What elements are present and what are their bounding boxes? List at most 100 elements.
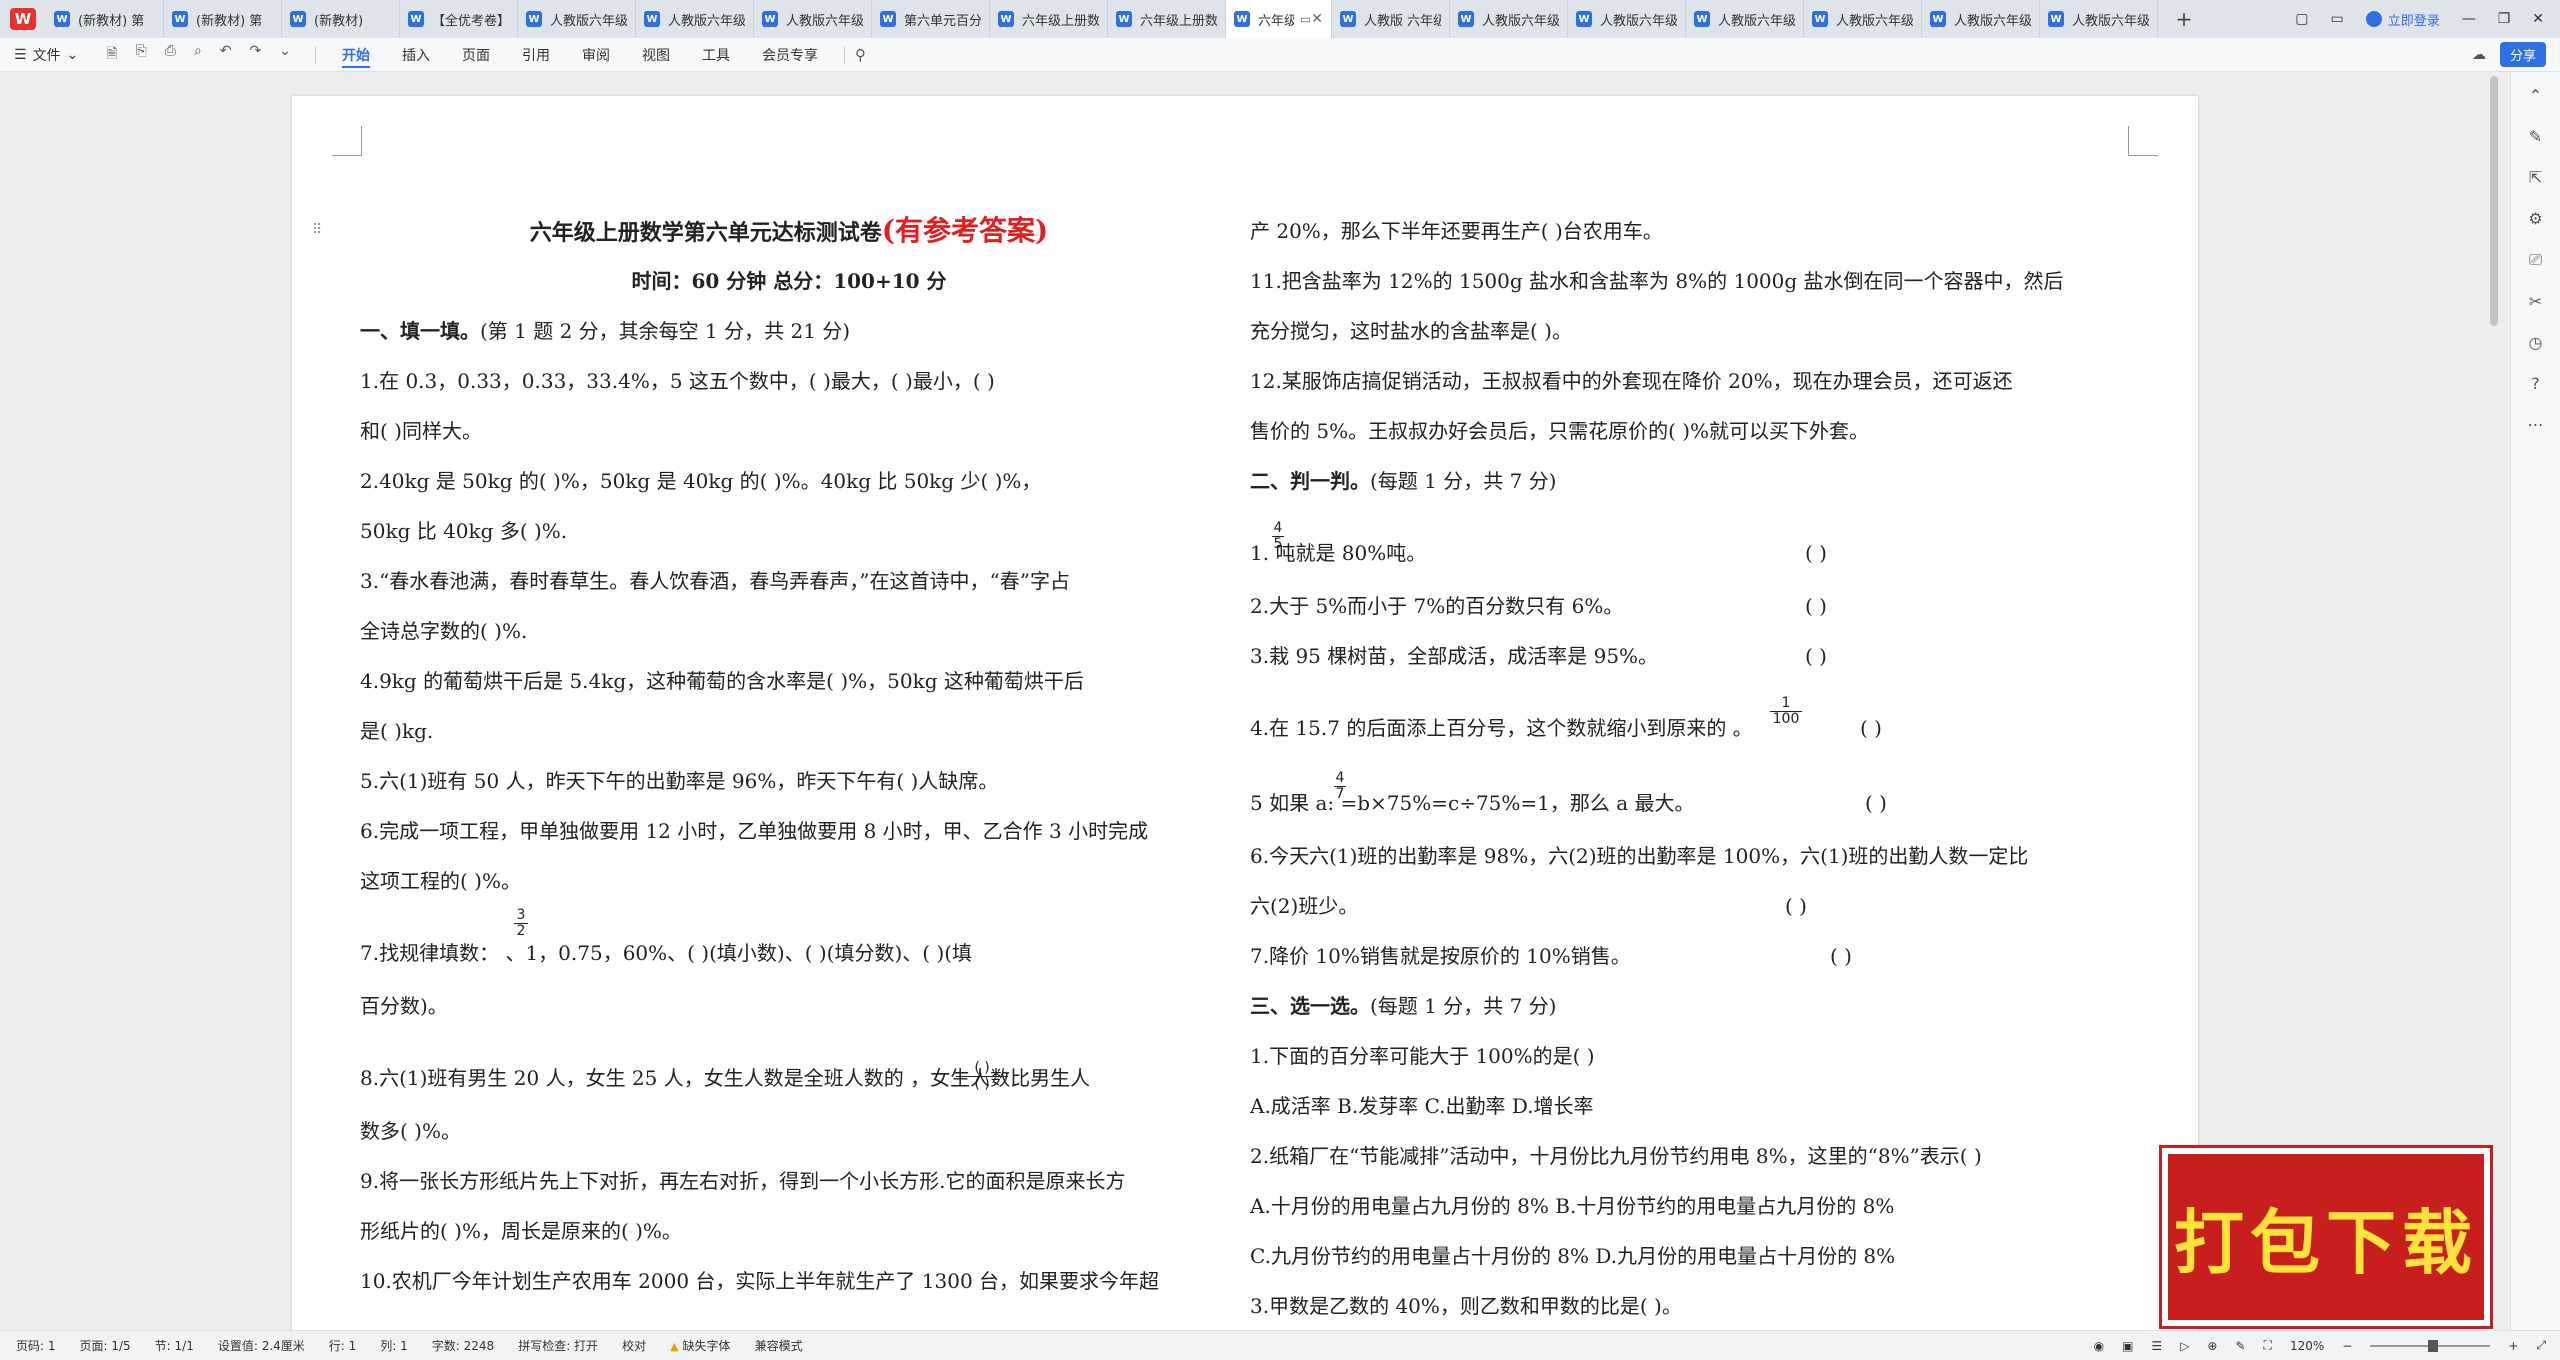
fraction-judge-5: 47 [1334, 771, 1346, 802]
device-icon[interactable]: ▭ [2330, 11, 2343, 27]
document-tab[interactable]: W 人教版六年级 [1450, 0, 1568, 38]
more-icon[interactable]: ⋯ [2528, 415, 2544, 434]
document-tab[interactable]: W 人教版六年级 [1568, 0, 1686, 38]
clock-icon[interactable]: ◷ [2529, 333, 2543, 352]
menu-tab[interactable]: 会员专享 [746, 38, 834, 72]
status-row: 行: 1 [328, 1339, 357, 1353]
menu-tab[interactable]: 引用 [506, 38, 566, 72]
question-line: 7.降价 10%销售就是按原价的 10%销售。 ( ) [1250, 931, 2130, 981]
login-button[interactable]: 立即登录 [2365, 10, 2440, 29]
line-text: 和( )同样大。 [360, 419, 482, 443]
question-line: 充分搅匀，这时盐水的含盐率是( )。 [1250, 306, 2130, 356]
question-line: C.九月份节约的用电量占十月份的 8% D.九月份的用电量占十月份的 8% [1250, 1231, 2130, 1281]
status-missing-font[interactable]: 缺失字体 [670, 1337, 731, 1354]
chevron-down-icon: ⌄ [66, 46, 79, 63]
document-tab[interactable]: W 六年级上册数 [990, 0, 1108, 38]
print-preview-icon[interactable]: ⌕ [194, 43, 202, 67]
tab-label: (新教材) 第 [78, 13, 145, 29]
document-tab[interactable]: W 人教版六年级 [754, 0, 872, 38]
menu-tab[interactable]: 开始 [326, 38, 386, 72]
status-spell-check[interactable]: 拼写检查: 打开 [518, 1337, 598, 1354]
eye-protection-icon[interactable]: ◉ [2094, 1339, 2104, 1353]
fit-icon[interactable]: ⛶ [2264, 1338, 2272, 1353]
question-line: 形纸片的( )%，周长是原来的( )%。 [360, 1206, 1218, 1256]
zoom-slider-knob[interactable] [2428, 1339, 2439, 1352]
export-pdf-icon[interactable]: ⎘ [136, 43, 147, 67]
document-tab[interactable]: W 人教版六年级 [636, 0, 754, 38]
document-tab[interactable]: W (新教材) 第 [164, 0, 282, 38]
share-button[interactable]: 分享 [2499, 42, 2546, 67]
answer-paren: ( ) [1805, 644, 1827, 668]
more-chevron-icon[interactable]: ⌄ [279, 43, 291, 67]
line-text: C.九月份节约的用电量占十月份的 8% D.九月份的用电量占十月份的 8% [1250, 1244, 1896, 1268]
right-column: 产 20%，那么下半年还要再生产( )台农用车。 11.把含盐率为 12%的 15… [1250, 206, 2130, 1331]
collapse-icon[interactable]: ⌃ [2529, 86, 2542, 105]
menu-tab[interactable]: 审阅 [566, 38, 626, 72]
settings-icon[interactable]: ⚙ [2528, 209, 2542, 228]
tools-icon[interactable]: ✂ [2529, 292, 2542, 311]
vertical-scrollbar[interactable] [2490, 76, 2498, 326]
restore-icon[interactable]: ❐ [2498, 11, 2511, 27]
cloud-icon[interactable]: ☁ [2472, 47, 2486, 63]
word-doc-icon: W [1576, 11, 1592, 27]
zoom-in-icon[interactable]: + [2508, 1339, 2518, 1353]
document-tab[interactable]: W 人教版六年级 [518, 0, 636, 38]
edit-icon[interactable]: ✎ [2529, 127, 2542, 146]
line-text: 六(2)班少。 [1250, 894, 1359, 918]
print-icon[interactable]: ⎙ [165, 43, 176, 67]
drag-handle-icon[interactable]: ⠿ [312, 222, 322, 238]
menu-tab[interactable]: 插入 [386, 38, 446, 72]
document-tab[interactable]: W 【全优考卷】 [400, 0, 518, 38]
download-bundle-badge[interactable]: 打包下载 [2159, 1145, 2493, 1329]
line-text: 2.40kg 是 50kg 的( )%，50kg 是 40kg 的( )%。40… [360, 469, 1042, 493]
web-view-icon[interactable]: ⊕ [2207, 1339, 2217, 1353]
fullscreen-icon[interactable]: ⤢ [2536, 1338, 2546, 1353]
fraction-denominator: 5 [1272, 536, 1284, 552]
new-tab-button[interactable]: + [2158, 0, 2210, 38]
save-icon[interactable]: 🗎 [106, 43, 117, 67]
document-tab[interactable]: W 人教版六年级 [2040, 0, 2158, 38]
search-icon[interactable]: ⚲ [855, 46, 866, 64]
document-tab[interactable]: W 人教版 六年级 [1332, 0, 1450, 38]
undo-icon[interactable]: ↶ [220, 43, 232, 67]
wps-logo[interactable]: W [0, 0, 46, 38]
page-view-icon[interactable]: ▣ [2122, 1339, 2133, 1353]
document-tab[interactable]: W 人教版六年级 [1686, 0, 1804, 38]
menu-tab[interactable]: 视图 [626, 38, 686, 72]
line-text: A.成活率 B.发芽率 C.出勤率 D.增长率 [1250, 1094, 1594, 1118]
document-page[interactable]: ⠿ 六年级上册数学第六单元达标测试卷(有参考答案) 时间：60 分钟 总分：10… [292, 96, 2198, 1336]
close-window-icon[interactable]: ✕ [2532, 11, 2544, 27]
status-proofread[interactable]: 校对 [622, 1337, 646, 1354]
status-word-count[interactable]: 字数: 2248 [432, 1337, 494, 1354]
layout-icon[interactable]: ▢ [2295, 11, 2308, 27]
document-tab[interactable]: W (新教材) [282, 0, 400, 38]
zoom-out-icon[interactable]: − [2342, 1339, 2352, 1353]
document-tab[interactable]: W 六年级上册数 [1108, 0, 1226, 38]
write-mode-icon[interactable]: ✎ [2235, 1339, 2245, 1353]
close-tab-icon[interactable]: ✕ [1311, 11, 1323, 27]
word-doc-icon: W [1458, 11, 1474, 27]
file-menu[interactable]: ☰ 文件 ⌄ [0, 45, 92, 65]
document-tab[interactable]: W 人教版六年级 [1922, 0, 2040, 38]
outline-view-icon[interactable]: ☰ [2151, 1339, 2162, 1353]
document-tab[interactable]: W (新教材) 第 [46, 0, 164, 38]
menu-tab[interactable]: 工具 [686, 38, 746, 72]
tab-label: 六年级上册数 [1022, 13, 1099, 29]
document-tab[interactable]: W 第六单元百分 [872, 0, 990, 38]
zoom-level[interactable]: 120% [2290, 1339, 2324, 1353]
read-mode-icon[interactable]: ▷ [2180, 1339, 2189, 1353]
document-tab[interactable]: W 六年级 ▭ ✕ [1226, 0, 1332, 38]
zoom-slider[interactable] [2370, 1339, 2491, 1352]
menu-tab[interactable]: 页面 [446, 38, 506, 72]
document-tab[interactable]: W 人教版六年级 [1804, 0, 1922, 38]
word-doc-icon: W [1234, 11, 1250, 27]
translate-icon[interactable]: ⎚ [2529, 250, 2542, 270]
redo-icon[interactable]: ↷ [250, 43, 262, 67]
help-icon[interactable]: ? [2531, 374, 2540, 393]
question-line: 12.某服饰店搞促销活动，王叔叔看中的外套现在降价 20%，现在办理会员，还可返… [1250, 356, 2130, 406]
select-icon[interactable]: ⇱ [2529, 168, 2542, 187]
line-text: 7.找规律填数： 、1，0.75，60%、( )(填小数)、( )(填分数)、(… [360, 941, 973, 965]
question-line: A.十月份的用电量占九月份的 8% B.十月份节约的用电量占九月份的 8% [1250, 1181, 2130, 1231]
minimize-icon[interactable]: — [2462, 11, 2476, 27]
status-pages[interactable]: 页面: 1/5 [80, 1337, 131, 1354]
